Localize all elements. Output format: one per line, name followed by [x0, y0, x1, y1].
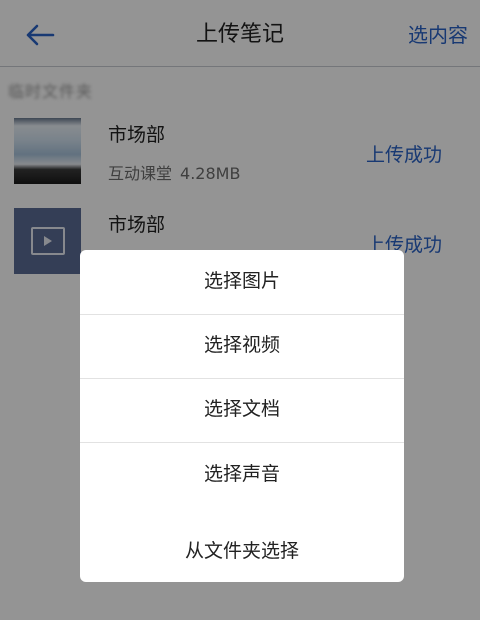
- option-select-video[interactable]: 选择视频: [80, 314, 404, 379]
- upload-notes-screen: 上传笔记 选内容 临时文件夹 市场部 互动课堂 4.28MB 上传成功 市场部 上…: [0, 0, 480, 620]
- option-select-audio[interactable]: 选择声音: [80, 442, 404, 506]
- select-source-dialog: 选择图片 选择视频 选择文档 选择声音 从文件夹选择: [80, 250, 404, 582]
- option-select-document[interactable]: 选择文档: [80, 378, 404, 443]
- option-select-from-folder[interactable]: 从文件夹选择: [80, 516, 404, 580]
- option-select-image[interactable]: 选择图片: [80, 250, 404, 315]
